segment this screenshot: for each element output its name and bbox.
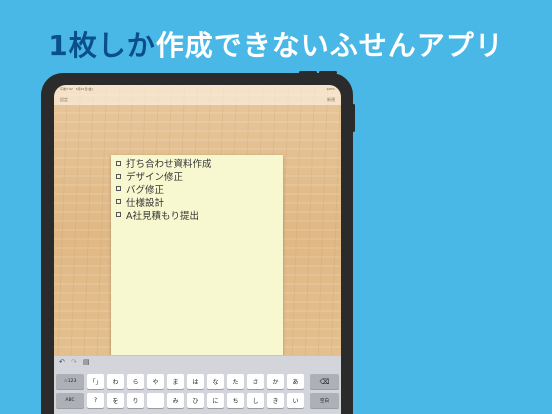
headline-rest: 作成できないふせんアプリ (155, 29, 504, 62)
tablet-button (319, 71, 337, 74)
checkbox-icon[interactable] (116, 173, 121, 179)
status-time: 午後7:47 5月21日(金) (60, 87, 93, 91)
headline-accent: 1枚しか (48, 29, 156, 62)
checkbox-icon[interactable] (116, 160, 121, 166)
key-kana[interactable]: わ (107, 374, 124, 389)
task-item[interactable]: 仕様設計 (116, 195, 212, 209)
key-kana[interactable]: は (187, 374, 204, 389)
key-kana[interactable]: さ (247, 374, 264, 389)
key-brackets[interactable]: 「」 (87, 374, 104, 389)
redo-icon[interactable]: ↷ (71, 358, 77, 366)
key-kana[interactable]: に (207, 393, 224, 408)
japanese-keyboard: ☆123 「」 わ ら や ま は な た さ か あ ⌫ ABC ? を り … (54, 370, 341, 414)
key-space[interactable]: 空白 (310, 393, 339, 408)
key-kana[interactable]: い (287, 393, 304, 408)
headline: 1枚しか作成できないふせんアプリ (0, 24, 552, 64)
key-kana[interactable]: を (107, 393, 124, 408)
undo-icon[interactable]: ↶ (59, 358, 65, 366)
settings-button[interactable]: 設定 (60, 97, 68, 103)
key-kana[interactable] (147, 393, 164, 408)
clipboard-icon[interactable]: ▤ (83, 358, 90, 366)
key-backspace[interactable]: ⌫ (310, 374, 339, 389)
nav-bar: 設定 新規 (54, 93, 341, 105)
checkbox-icon[interactable] (116, 199, 121, 205)
key-kana[interactable]: ま (167, 374, 184, 389)
new-note-button[interactable]: 新規 (327, 97, 335, 103)
task-item[interactable]: A社見積もり提出 (116, 208, 212, 222)
task-item[interactable]: バグ修正 (116, 183, 212, 196)
key-kana[interactable]: き (267, 393, 284, 408)
status-battery: 100% (326, 87, 335, 91)
key-abc[interactable]: ABC (56, 393, 84, 408)
task-label: A社見積もり提出 (126, 210, 199, 222)
task-list: 打ち合わせ資料作成 デザイン修正 バグ修正 仕様設計 A社見積もり提出 (116, 157, 212, 222)
key-kana[interactable]: な (207, 374, 224, 389)
checkbox-icon[interactable] (116, 212, 121, 218)
key-kana[interactable]: か (267, 374, 284, 389)
key-kana[interactable]: ひ (187, 393, 204, 408)
keyboard-toolbar: ↶ ↷ ▤ (54, 355, 341, 370)
key-kana[interactable]: し (247, 393, 264, 408)
key-kana[interactable]: ち (227, 393, 244, 408)
sticky-note[interactable]: 打ち合わせ資料作成 デザイン修正 バグ修正 仕様設計 A社見積もり提出 (111, 155, 283, 363)
key-kana[interactable]: あ (287, 374, 304, 389)
task-item[interactable]: 打ち合わせ資料作成 (116, 157, 212, 170)
status-bar: 午後7:47 5月21日(金) 100% (54, 85, 341, 93)
key-kana[interactable]: み (167, 393, 184, 408)
app-screen: 午後7:47 5月21日(金) 100% 設定 新規 打ち合わせ資料作成 デザイ… (54, 85, 341, 414)
tablet-side-button (352, 104, 355, 132)
task-item[interactable]: デザイン修正 (116, 170, 212, 183)
key-kana[interactable]: り (127, 393, 144, 408)
tablet-button (299, 71, 317, 74)
key-question[interactable]: ? (87, 393, 104, 408)
checkbox-icon[interactable] (116, 186, 121, 192)
key-kana[interactable]: ら (127, 374, 144, 389)
key-kana[interactable]: た (227, 374, 244, 389)
key-numbers[interactable]: ☆123 (56, 374, 84, 389)
key-kana[interactable]: や (147, 374, 164, 389)
